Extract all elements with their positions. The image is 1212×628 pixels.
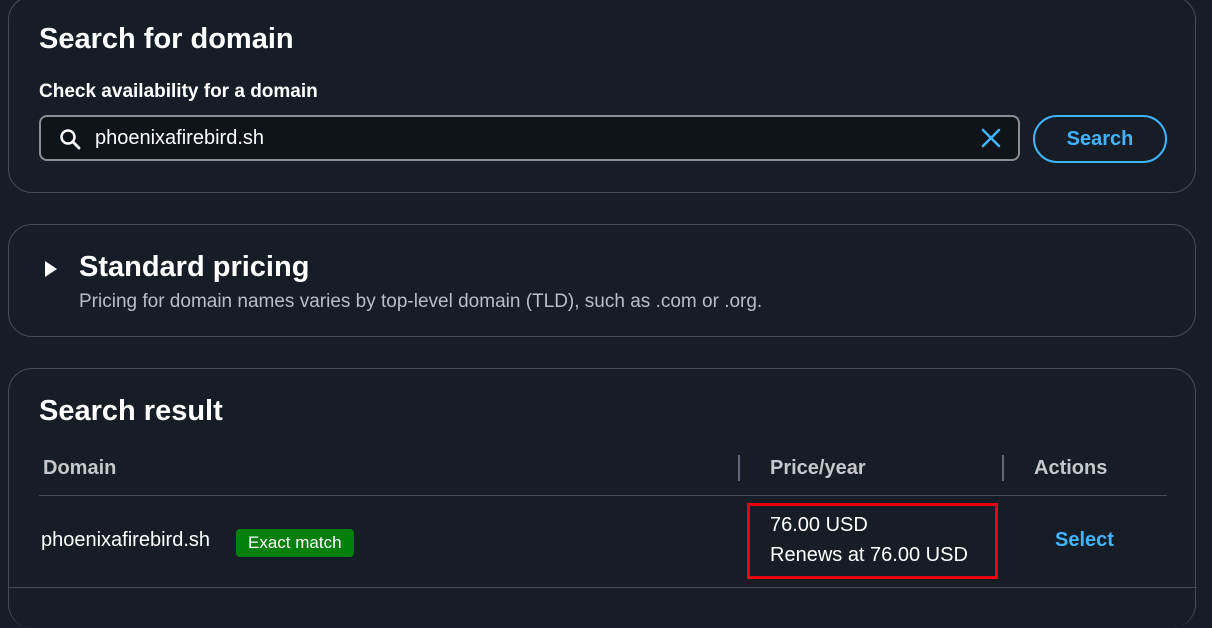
select-domain-link[interactable]: Select: [1055, 529, 1114, 552]
column-divider[interactable]: [738, 455, 740, 481]
table-row-divider: [9, 587, 1197, 588]
domain-search-box[interactable]: [39, 115, 1020, 161]
domain-field-label: Check availability for a domain: [39, 81, 318, 102]
domain-search-input[interactable]: [95, 117, 955, 159]
price-highlight-box: 76.00 USD Renews at 76.00 USD: [747, 503, 998, 579]
search-result-panel: Search result Domain Price/year Actions …: [8, 368, 1197, 628]
standard-pricing-panel: Standard pricing Pricing for domain name…: [8, 224, 1196, 337]
pricing-description: Pricing for domain names varies by top-l…: [79, 291, 763, 312]
renewal-price: Renews at 76.00 USD: [770, 544, 968, 566]
column-divider[interactable]: [1002, 455, 1004, 481]
price-per-year: 76.00 USD: [770, 514, 868, 536]
column-header-price: Price/year: [770, 457, 866, 479]
standard-pricing-toggle[interactable]: Standard pricing: [39, 249, 439, 289]
pricing-panel-title: Standard pricing: [79, 251, 310, 283]
results-panel-title: Search result: [39, 395, 223, 427]
search-button[interactable]: Search: [1033, 115, 1167, 163]
table-header-divider: [39, 495, 1167, 496]
search-icon: [60, 129, 81, 150]
result-domain-name: phoenixafirebird.sh: [41, 529, 210, 551]
close-icon[interactable]: [980, 127, 1002, 149]
exact-match-badge: Exact match: [236, 529, 354, 557]
column-header-domain: Domain: [43, 457, 117, 479]
search-panel-title: Search for domain: [39, 23, 294, 55]
column-header-actions: Actions: [1034, 457, 1108, 479]
caret-right-icon: [45, 261, 57, 277]
search-domain-panel: Search for domain Check availability for…: [8, 0, 1196, 193]
